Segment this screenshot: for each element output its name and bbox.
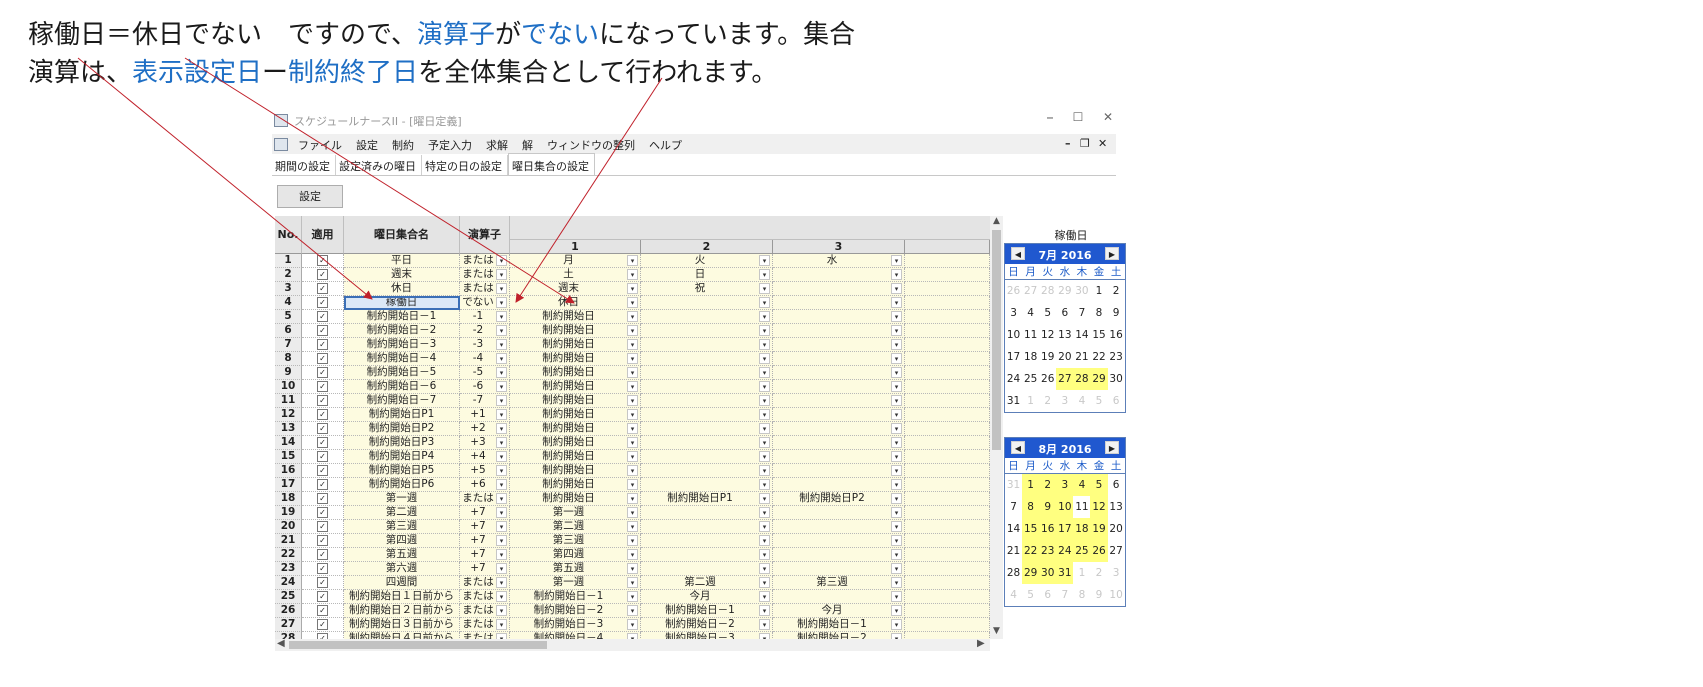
arrow-to-operator	[515, 77, 663, 303]
annotation-arrows	[77, 57, 663, 304]
arrow-to-set1	[184, 57, 575, 304]
arrow-to-name	[77, 57, 373, 300]
